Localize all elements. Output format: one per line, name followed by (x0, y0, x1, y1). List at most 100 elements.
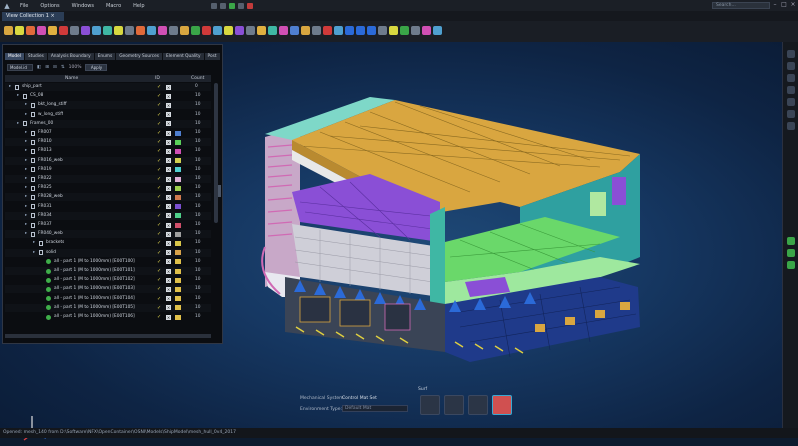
surface-contour-icon[interactable] (492, 395, 512, 415)
render-icon[interactable] (235, 26, 244, 35)
side-view-icon[interactable] (356, 26, 365, 35)
pan-icon[interactable] (411, 26, 420, 35)
exclude-toggle-icon[interactable]: × (166, 112, 171, 118)
visibility-check-icon[interactable]: ✓ (157, 203, 161, 211)
settings-icon[interactable] (433, 26, 442, 35)
check-icon[interactable] (191, 26, 200, 35)
exclude-toggle-icon[interactable]: × (166, 167, 171, 173)
color-swatch[interactable] (175, 222, 181, 228)
tree-scrollbar[interactable] (214, 83, 218, 223)
visibility-check-icon[interactable]: ✓ (157, 83, 161, 91)
col-count-header[interactable]: Count (191, 75, 204, 82)
expand-toggle-icon[interactable]: ▸ (25, 129, 27, 137)
color-swatch[interactable] (175, 167, 181, 173)
view-cube-icon[interactable] (787, 50, 795, 58)
color-swatch[interactable] (175, 194, 181, 200)
tree-row[interactable]: ▸ FR037 ✓ × 10 (5, 221, 211, 229)
visibility-check-icon[interactable]: ✓ (157, 249, 161, 257)
layer-icon[interactable] (787, 86, 795, 94)
deform-icon[interactable] (290, 26, 299, 35)
color-swatch[interactable] (175, 277, 181, 283)
camera-icon[interactable] (787, 62, 795, 70)
exclude-toggle-icon[interactable]: × (166, 84, 171, 90)
exclude-toggle-icon[interactable]: × (166, 240, 171, 246)
group-icon[interactable] (180, 26, 189, 35)
exclude-toggle-icon[interactable]: × (166, 259, 171, 265)
tree-row[interactable]: ▸ bkt_long_stiff ✓ × 10 (5, 101, 211, 110)
top-view-icon[interactable] (367, 26, 376, 35)
tree-row[interactable]: ▸ brackets ✓ × 10 (5, 239, 211, 247)
light-icon[interactable] (257, 26, 266, 35)
tab-studies[interactable]: Studies (24, 53, 47, 60)
tab-analysis-boundary[interactable]: Analysis Boundary (47, 53, 94, 60)
close-icon[interactable]: × (790, 1, 796, 9)
exclude-toggle-icon[interactable]: × (166, 204, 171, 210)
color-swatch[interactable] (175, 286, 181, 292)
menu-file[interactable]: File (14, 3, 34, 9)
constraint-icon[interactable] (103, 26, 112, 35)
expand-toggle-icon[interactable]: ▸ (33, 239, 35, 247)
green-status-icon[interactable] (787, 249, 795, 257)
visibility-check-icon[interactable]: ✓ (157, 212, 161, 220)
tab-enums[interactable]: Enums (94, 53, 116, 60)
transform-icon[interactable] (169, 26, 178, 35)
expand-toggle-icon[interactable]: ▸ (25, 221, 27, 229)
visibility-check-icon[interactable]: ✓ (157, 313, 161, 321)
tree-row[interactable]: all - part 1 (M to 1000mm) [E00T102] ✓ × 10 (5, 276, 211, 284)
expand-toggle-icon[interactable]: ▸ (25, 147, 27, 155)
tab-view-collection[interactable]: View Collection 1 × (2, 12, 64, 21)
tree-row[interactable]: ▸ ship_part ✓ × 0 (5, 83, 211, 91)
expand-toggle-icon[interactable]: ▸ (25, 175, 27, 183)
expand-toggle-icon[interactable]: ▸ (25, 193, 27, 201)
expand-toggle-icon[interactable]: ▸ (25, 230, 27, 238)
tree-row[interactable]: all - part 1 (M to 1000mm) [E00T105] ✓ × 10 (5, 303, 211, 312)
mesh-icon[interactable] (70, 26, 79, 35)
color-swatch[interactable] (175, 130, 181, 136)
exclude-toggle-icon[interactable]: × (166, 121, 171, 127)
tree-row[interactable]: all - part 1 (M to 1000mm) [E00T100] ✓ × 10 (5, 258, 211, 266)
cut-icon[interactable] (136, 26, 145, 35)
animate-icon[interactable] (301, 26, 310, 35)
tree-row[interactable]: ▸ FR034 ✓ × 10 (5, 211, 211, 220)
zoom-icon[interactable] (389, 26, 398, 35)
minimize-icon[interactable]: – (772, 1, 778, 9)
property-icon[interactable] (92, 26, 101, 35)
tree-row[interactable]: all - part 1 (M to 1000mm) [E00T103] ✓ × 10 (5, 285, 211, 294)
expand-toggle-icon[interactable]: ▸ (25, 157, 27, 165)
color-swatch[interactable] (175, 204, 181, 210)
delete-icon[interactable] (202, 26, 211, 35)
expand-toggle-icon[interactable]: ▸ (25, 212, 27, 220)
tree-row[interactable]: ▸ FR031 ✓ × 10 (5, 203, 211, 211)
sphere-icon[interactable] (15, 26, 24, 35)
tab-element-quality[interactable]: Element Quality (163, 53, 204, 60)
redo-icon[interactable] (219, 2, 226, 9)
mechanical-system-value[interactable]: Control Mat Set (342, 396, 377, 401)
visibility-check-icon[interactable]: ✓ (157, 193, 161, 201)
exclude-toggle-icon[interactable]: × (166, 102, 171, 108)
tree-row[interactable]: ▸ FR028_web ✓ × 10 (5, 193, 211, 202)
tree-row[interactable]: ▸ FR040_web ✓ × 10 (5, 230, 211, 239)
search-input[interactable]: Search... (712, 2, 770, 9)
expand-icon[interactable]: ⊞ (45, 65, 49, 70)
highlight-icon[interactable] (224, 26, 233, 35)
exclude-toggle-icon[interactable]: × (166, 277, 171, 283)
tree-row[interactable]: ▸ CS_08 ✓ × 10 (5, 92, 211, 100)
tab-geometry-sources[interactable]: Geometry Sources (116, 53, 163, 60)
open-icon[interactable] (4, 26, 13, 35)
visibility-check-icon[interactable]: ✓ (157, 147, 161, 155)
undo-icon[interactable] (210, 2, 217, 9)
visibility-check-icon[interactable]: ✓ (157, 175, 161, 183)
exclude-toggle-icon[interactable]: × (166, 305, 171, 311)
expand-toggle-icon[interactable]: ▸ (17, 92, 19, 100)
visibility-check-icon[interactable]: ✓ (157, 92, 161, 100)
color-swatch[interactable] (175, 305, 181, 311)
tree-row[interactable]: all - part 1 (M to 1000mm) [E00T106] ✓ × 10 (5, 313, 211, 321)
tree-row[interactable]: all - part 1 (M to 1000mm) [E00T104] ✓ × 10 (5, 295, 211, 303)
tab-post[interactable]: Post (204, 53, 220, 60)
menu-help[interactable]: Help (127, 3, 150, 9)
exclude-toggle-icon[interactable]: × (166, 213, 171, 219)
color-swatch[interactable] (175, 259, 181, 265)
stop-icon[interactable] (246, 2, 253, 9)
green-status-icon[interactable] (787, 261, 795, 269)
menu-windows[interactable]: Windows (66, 3, 100, 9)
